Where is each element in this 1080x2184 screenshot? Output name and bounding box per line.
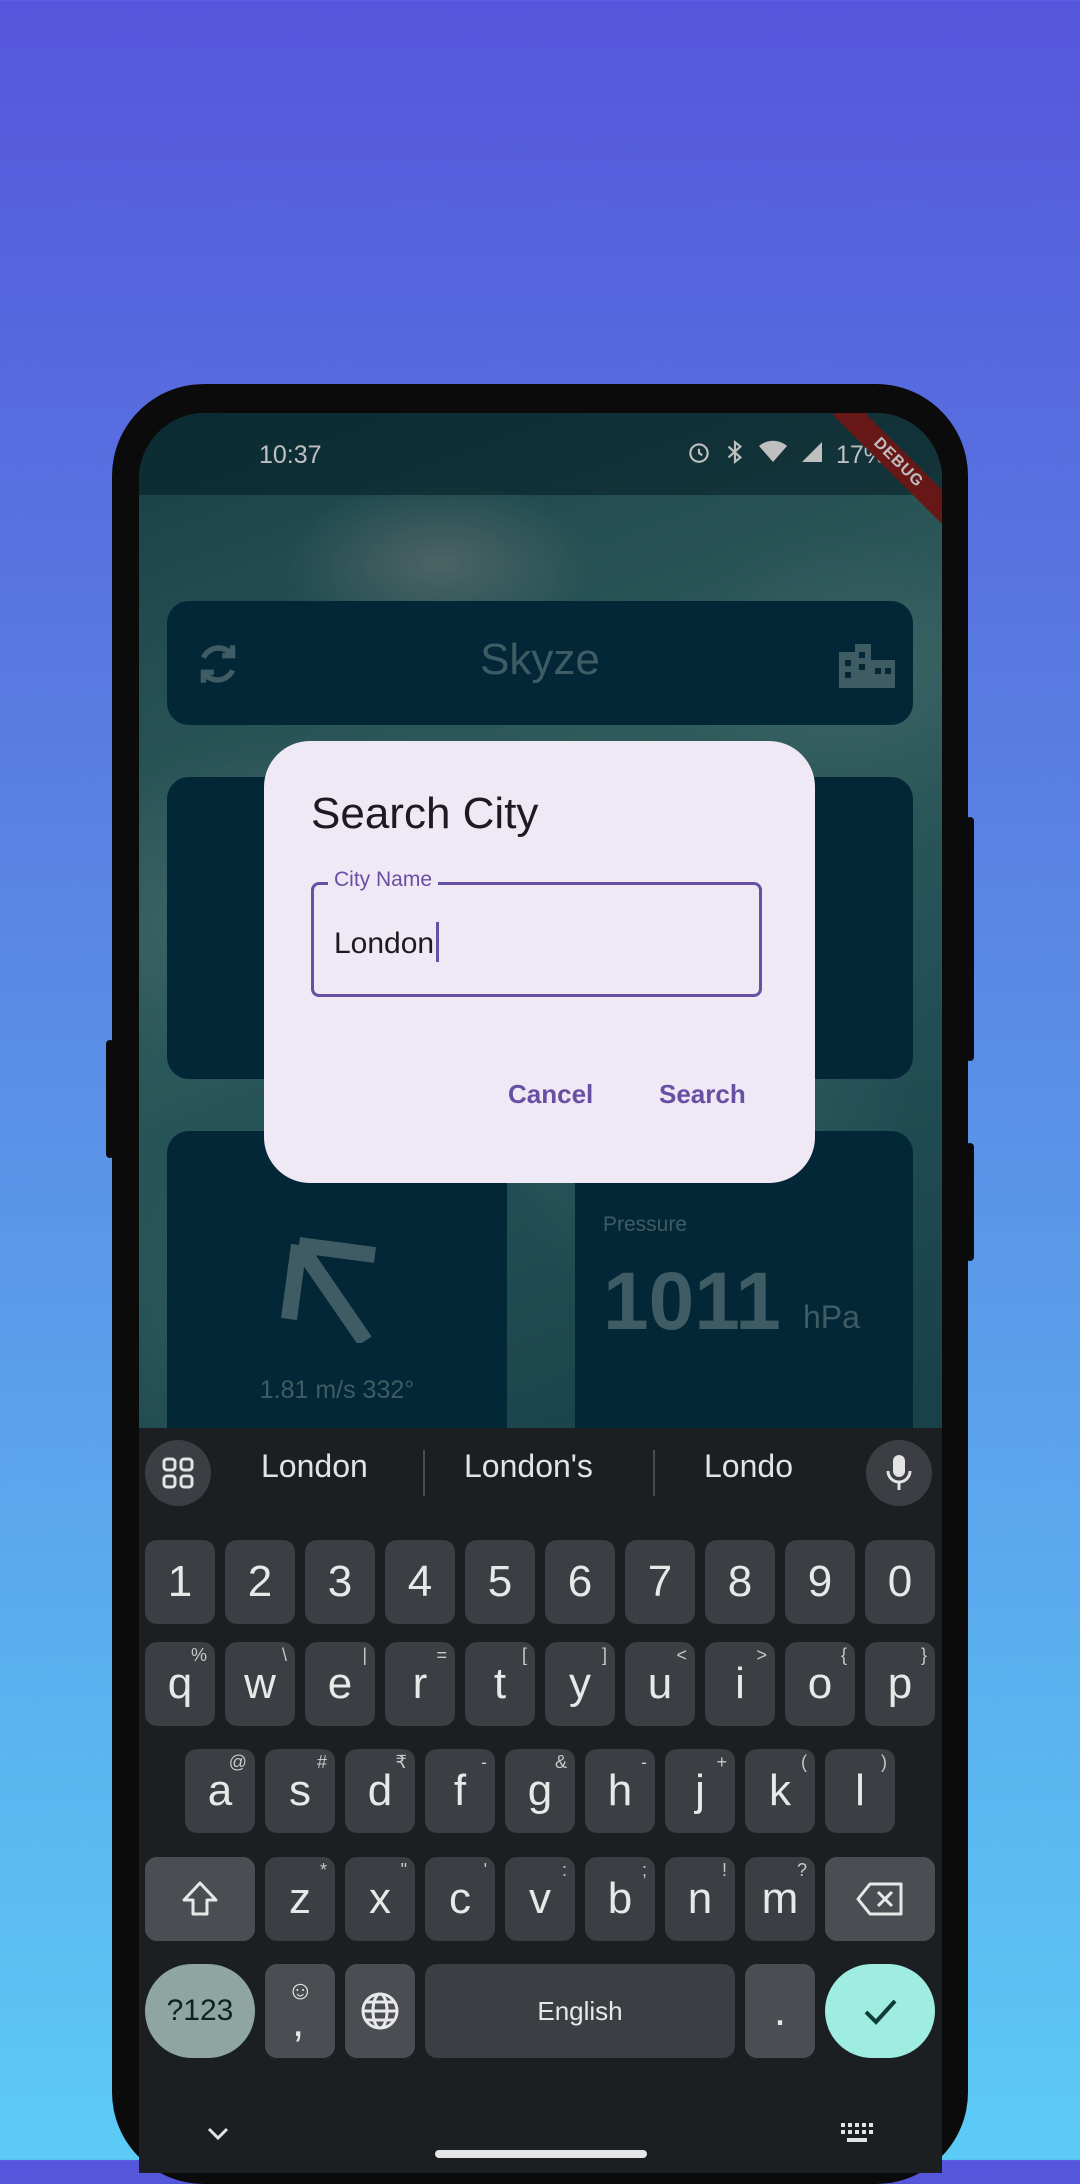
grid-icon [162,1457,194,1489]
keyboard-switch-icon[interactable] [839,2121,875,2152]
key-2[interactable]: 2 [225,1540,295,1624]
key-f[interactable]: f- [425,1749,495,1833]
suggestion-3[interactable]: Londo [704,1448,793,1485]
key-g[interactable]: g & [505,1749,575,1833]
suggestion-divider [423,1450,425,1496]
city-name-value: London [334,926,435,960]
key-7[interactable]: 7 [625,1540,695,1624]
period-key[interactable]: . [745,1964,815,2058]
phone-power-button [966,1143,974,1261]
key-1[interactable]: 1 [145,1540,215,1624]
key-n[interactable]: n! [665,1857,735,1941]
key-d[interactable]: d ₹ [345,1749,415,1833]
dialog-title: Search City [311,789,539,838]
key-h[interactable]: h- [585,1749,655,1833]
globe-icon [361,1992,399,2030]
suggestion-2[interactable]: London's [464,1448,593,1485]
key-t[interactable]: t[ [465,1642,535,1726]
key-r[interactable]: r = [385,1642,455,1726]
phone-side-button [106,1040,114,1158]
microphone-button[interactable] [866,1440,932,1506]
search-city-dialog: Search City City Name London Cancel Sear… [264,741,815,1183]
key-0[interactable]: 0 [865,1540,935,1624]
microphone-icon [886,1455,912,1490]
key-6[interactable]: 6 [545,1540,615,1624]
space-key[interactable]: English [425,1964,735,2058]
check-icon [864,1999,897,2025]
key-c[interactable]: c ' [425,1857,495,1941]
key-b[interactable]: b; [585,1857,655,1941]
key-u[interactable]: u < [625,1642,695,1726]
collapse-keyboard-icon[interactable] [205,2124,231,2147]
city-name-label: City Name [328,868,439,892]
symbols-key[interactable]: ?123 [145,1964,255,2058]
city-name-value-wrap: London [334,922,440,965]
home-indicator[interactable] [435,2150,647,2158]
phone-screen: 10:37 17% DEBUG Skyze 1.81 m/s 332° Pres… [139,413,942,2173]
suggestion-1[interactable]: London [261,1448,368,1485]
key-5[interactable]: 5 [465,1540,535,1624]
key-l[interactable]: l) [825,1749,895,1833]
key-k[interactable]: k( [745,1749,815,1833]
comma-label: , [292,1997,305,2046]
key-z[interactable]: z * [265,1857,335,1941]
key-x[interactable]: x " [345,1857,415,1941]
language-key[interactable] [345,1964,415,2058]
key-a[interactable]: a @ [185,1749,255,1833]
key-i[interactable]: i > [705,1642,775,1726]
backspace-key[interactable] [825,1857,935,1941]
key-v[interactable]: v: [505,1857,575,1941]
key-4[interactable]: 4 [385,1540,455,1624]
text-caret [436,922,440,962]
phone-volume-button [966,817,974,1061]
keyboard-menu-button[interactable] [145,1440,211,1506]
key-9[interactable]: 9 [785,1540,855,1624]
key-p[interactable]: p} [865,1642,935,1726]
city-name-input[interactable]: City Name London [311,868,762,997]
key-w[interactable]: w \ [225,1642,295,1726]
key-s[interactable]: s # [265,1749,335,1833]
comma-emoji-key[interactable]: ☺ , [265,1964,335,2058]
backspace-icon [856,1882,903,1916]
key-8[interactable]: 8 [705,1540,775,1624]
key-3[interactable]: 3 [305,1540,375,1624]
suggestion-strip: London London's Londo [139,1428,942,1518]
key-m[interactable]: m? [745,1857,815,1941]
key-o[interactable]: o{ [785,1642,855,1726]
key-e[interactable]: e | [305,1642,375,1726]
shift-key[interactable] [145,1857,255,1941]
enter-key[interactable] [825,1964,935,2058]
keyboard: London London's Londo 1 2 3 4 5 6 7 8 9 … [139,1428,942,2173]
key-j[interactable]: j + [665,1749,735,1833]
weather-app: 10:37 17% DEBUG Skyze 1.81 m/s 332° Pres… [139,413,942,1451]
suggestion-divider [653,1450,655,1496]
shift-icon [182,1881,218,1916]
search-button[interactable]: Search [659,1079,746,1110]
key-y[interactable]: y] [545,1642,615,1726]
key-q[interactable]: q% [145,1642,215,1726]
cancel-button[interactable]: Cancel [508,1079,593,1110]
